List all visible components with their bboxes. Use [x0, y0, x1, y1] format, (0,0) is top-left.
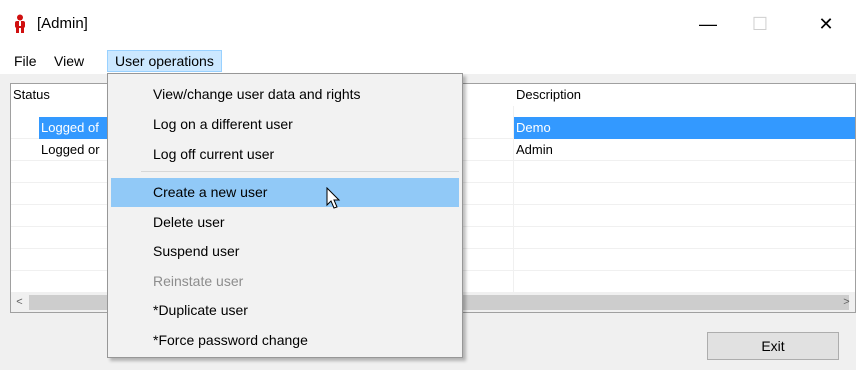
menu-item-delete-user[interactable]: Delete user — [111, 208, 459, 237]
column-header-status[interactable]: Status — [11, 84, 111, 106]
menu-item-view-change-user-data[interactable]: View/change user data and rights — [111, 80, 459, 109]
menu-item-force-password-change[interactable]: *Force password change — [111, 326, 459, 355]
mouse-pointer-icon — [326, 187, 341, 209]
menu-item-log-off-current-user[interactable]: Log off current user — [111, 140, 459, 169]
menu-file[interactable]: File — [7, 50, 44, 72]
minimize-button[interactable]: — — [685, 0, 731, 48]
row-selection-highlight — [514, 117, 855, 139]
menu-bar: File View User operations — [0, 48, 856, 74]
maximize-button[interactable]: ☐ — [737, 0, 783, 48]
menu-user-operations[interactable]: User operations — [107, 50, 222, 72]
window-title: [Admin] — [37, 15, 88, 32]
close-button[interactable]: ✕ — [803, 0, 849, 48]
menu-separator — [141, 171, 459, 172]
menu-item-duplicate-user[interactable]: *Duplicate user — [111, 296, 459, 325]
menu-item-log-on-different-user[interactable]: Log on a different user — [111, 110, 459, 139]
menu-item-reinstate-user: Reinstate user — [153, 273, 244, 289]
menu-view[interactable]: View — [47, 50, 91, 72]
menu-item-suspend-user[interactable]: Suspend user — [111, 237, 459, 266]
cell-description: Demo — [516, 120, 551, 135]
user-operations-dropdown: View/change user data and rights Log on … — [107, 73, 463, 358]
person-red-icon — [15, 14, 25, 33]
cell-status: Logged of — [41, 120, 99, 135]
scroll-right-icon[interactable]: > — [838, 293, 855, 312]
scroll-left-icon[interactable]: < — [11, 293, 28, 312]
cell-description: Admin — [516, 142, 553, 157]
cell-status: Logged or — [41, 142, 100, 157]
menu-item-create-new-user[interactable]: Create a new user — [111, 178, 459, 207]
exit-button[interactable]: Exit — [707, 332, 839, 360]
app-window: [Admin] — ☐ ✕ File View User operations … — [0, 0, 856, 370]
column-header-description[interactable]: Description — [514, 84, 854, 106]
title-bar: [Admin] — ☐ ✕ — [0, 0, 856, 48]
